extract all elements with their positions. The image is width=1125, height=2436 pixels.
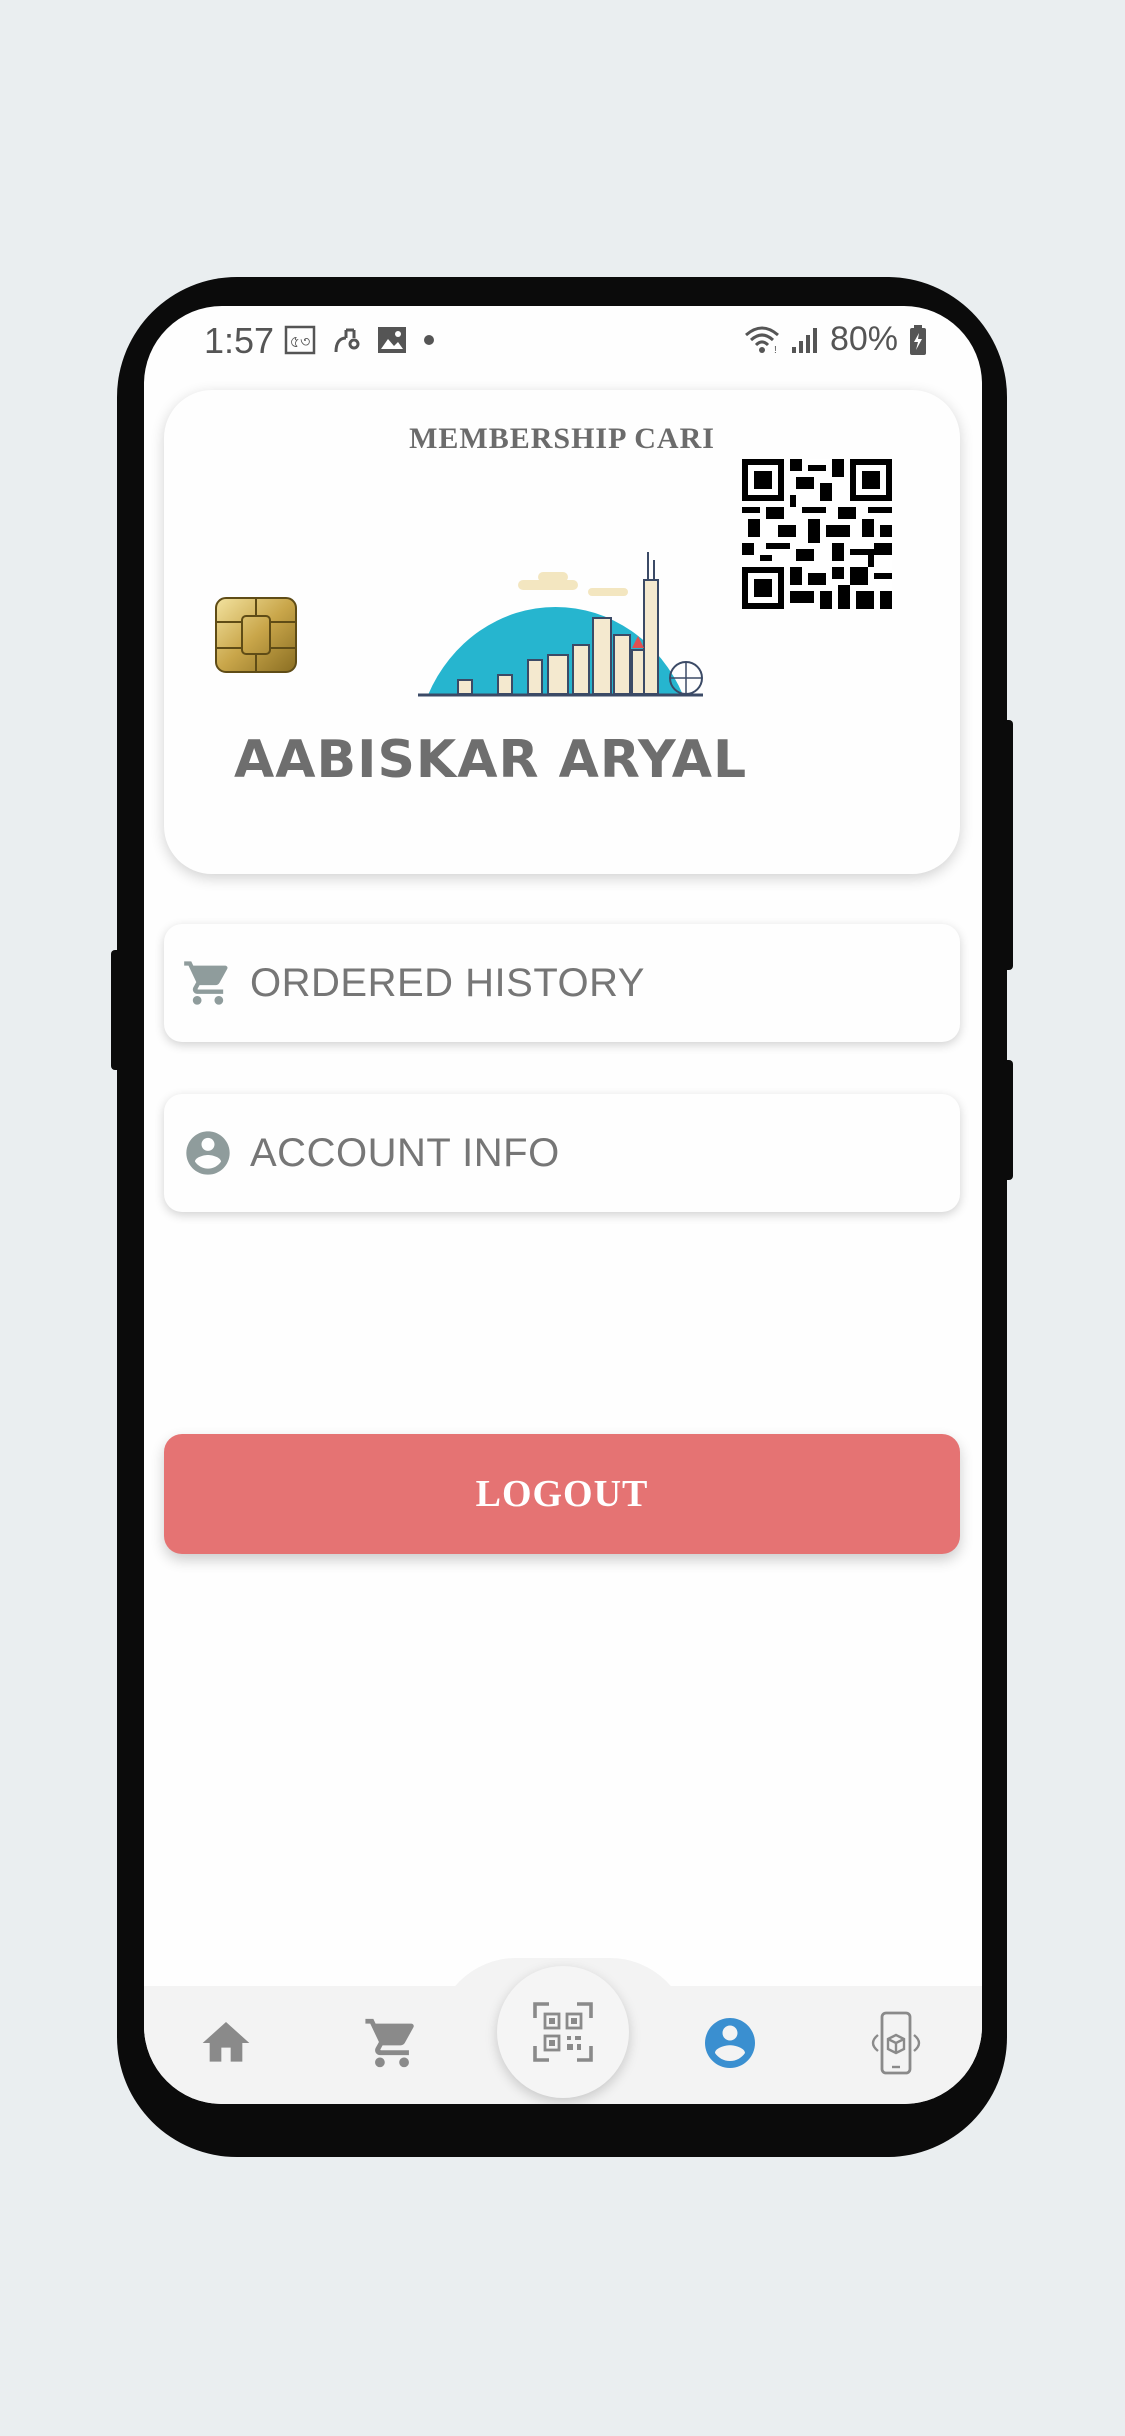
nav-ar[interactable] <box>856 2003 936 2083</box>
link-icon <box>334 328 360 353</box>
home-icon <box>202 2022 250 2062</box>
battery-icon <box>910 324 926 355</box>
svg-text:!: ! <box>774 345 777 355</box>
cart-icon <box>365 2018 414 2068</box>
account-info-label: ACCOUNT INFO <box>250 1130 560 1175</box>
status-system-icons: ! 80% <box>744 320 928 359</box>
qr-scan-icon <box>533 2002 593 2062</box>
nav-profile[interactable] <box>690 2003 770 2083</box>
city-skyline-illustration <box>418 552 703 697</box>
battery-percent: 80% <box>829 320 898 358</box>
status-time: 1:57 <box>204 320 275 361</box>
ordered-history-label: ORDERED HISTORY <box>250 960 645 1005</box>
phone-side-button-right-bottom <box>1003 1060 1013 1180</box>
card-title: MEMBERSHIP CARI <box>409 422 715 455</box>
profile-icon <box>705 2018 755 2068</box>
nav-qr-scan[interactable] <box>497 1966 629 2098</box>
cart-icon <box>180 955 236 1011</box>
logout-button[interactable]: LOGOUT <box>164 1434 960 1554</box>
dot-icon <box>424 335 434 345</box>
app-screen: 1:57 ৫৩ ! 80% MEMBERSHIP CARI AABISKAR A… <box>144 306 982 2104</box>
phone-side-button-right-top <box>1003 720 1013 970</box>
image-icon <box>378 327 406 353</box>
wifi-icon: ! <box>744 326 779 355</box>
nav-home[interactable] <box>186 2003 266 2083</box>
ordered-history-button[interactable]: ORDERED HISTORY <box>164 924 960 1042</box>
chip-icon <box>215 597 297 673</box>
membership-card: MEMBERSHIP CARI AABISKAR ARYAL <box>164 390 960 874</box>
phone-side-button-left <box>111 950 121 1070</box>
card-holder-name: AABISKAR ARYAL <box>234 730 748 790</box>
account-info-button[interactable]: ACCOUNT INFO <box>164 1094 960 1212</box>
qr-code <box>742 459 892 609</box>
account-circle-icon <box>180 1125 236 1181</box>
status-bar: 1:57 ৫৩ ! 80% <box>144 306 982 366</box>
nav-cart[interactable] <box>352 2003 432 2083</box>
ar-phone-icon <box>871 2011 921 2075</box>
status-notification-icons: ৫৩ <box>284 322 436 358</box>
signal-icon <box>791 327 817 353</box>
notification-app-icon: ৫৩ <box>284 325 316 355</box>
svg-text:৫৩: ৫৩ <box>290 332 311 351</box>
